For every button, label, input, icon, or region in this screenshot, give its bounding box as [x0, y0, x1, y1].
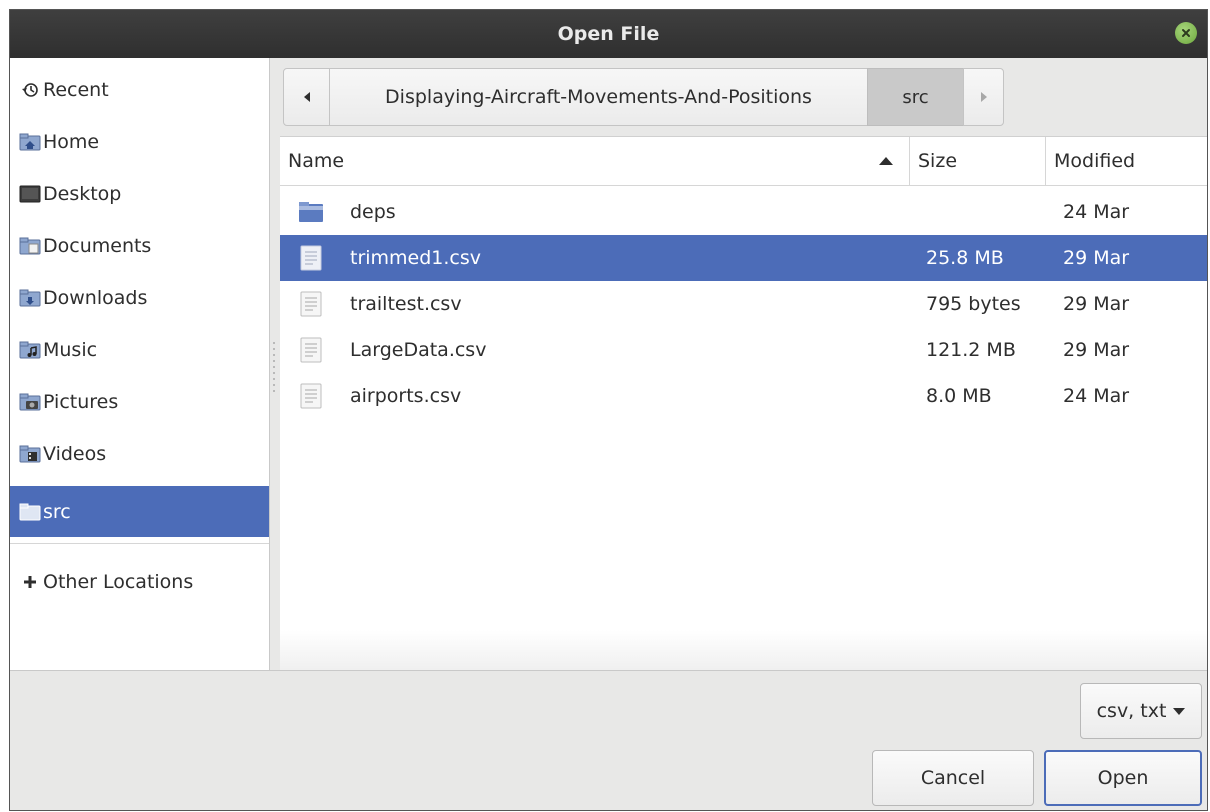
sidebar-item-label: Home [43, 130, 100, 153]
desktop-icon [19, 185, 41, 202]
window-title: Open File [557, 23, 660, 45]
sidebar-item-label: src [43, 500, 71, 523]
file-row-airports[interactable]: airports.csv 8.0 MB 24 Mar [280, 373, 1207, 419]
file-size: 25.8 MB [926, 247, 1004, 269]
text-file-icon [300, 245, 322, 271]
file-modified: 29 Mar [1063, 293, 1130, 315]
sidebar-item-src[interactable]: src [10, 486, 269, 537]
recent-icon [22, 82, 38, 97]
text-file-icon [300, 337, 322, 363]
sidebar-item-label: Videos [43, 442, 107, 465]
text-file-icon [300, 383, 322, 409]
file-type-filter[interactable]: csv, txt [1080, 683, 1202, 739]
file-modified: 24 Mar [1063, 385, 1130, 407]
open-button[interactable]: Open [1044, 750, 1202, 806]
file-modified: 29 Mar [1063, 339, 1130, 361]
file-row-trimmed1[interactable]: trimmed1.csv 25.8 MB 29 Mar [280, 235, 1207, 281]
sidebar-item-downloads[interactable]: Downloads [10, 272, 269, 323]
file-row-trailtest[interactable]: trailtest.csv 795 bytes 29 Mar [280, 281, 1207, 327]
column-header: Name Size Modified [280, 137, 1207, 186]
path-segment-project[interactable]: Displaying-Aircraft-Movements-And-Positi… [329, 68, 868, 126]
sidebar-item-recent[interactable]: Recent [10, 64, 269, 115]
sidebar-item-label: Pictures [43, 390, 119, 413]
right-arrow-icon [980, 92, 987, 102]
column-size-label: Size [918, 150, 958, 172]
places-sidebar: Recent Home Desktop Documents Downloads … [10, 58, 270, 670]
documents-folder-icon [19, 237, 41, 254]
file-name: trailtest.csv [350, 293, 462, 315]
file-size: 8.0 MB [926, 385, 992, 407]
sidebar-item-label: Recent [43, 78, 109, 101]
file-name: LargeData.csv [350, 339, 487, 361]
home-folder-icon [19, 133, 41, 150]
sidebar-item-home[interactable]: Home [10, 116, 269, 167]
column-modified-header[interactable]: Modified [1046, 137, 1207, 185]
file-size: 795 bytes [926, 293, 1021, 315]
music-folder-icon [19, 341, 41, 358]
file-name: deps [350, 201, 396, 223]
chevron-down-icon [1173, 707, 1186, 715]
left-arrow-icon [303, 92, 310, 102]
pane-resize-handle[interactable] [273, 340, 275, 396]
path-forward-button[interactable] [963, 68, 1004, 126]
sidebar-item-label: Other Locations [43, 570, 194, 593]
file-modified: 24 Mar [1063, 201, 1130, 223]
file-size: 121.2 MB [926, 339, 1016, 361]
plus-icon [24, 575, 36, 588]
folder-icon [19, 503, 41, 520]
path-bar: Displaying-Aircraft-Movements-And-Positi… [283, 68, 1004, 126]
cancel-button[interactable]: Cancel [872, 750, 1034, 806]
column-name-label: Name [288, 150, 345, 172]
column-name-header[interactable]: Name [280, 137, 910, 185]
text-file-icon [300, 291, 322, 317]
sidebar-item-label: Downloads [43, 286, 148, 309]
titlebar[interactable]: Open File [10, 10, 1207, 58]
path-back-button[interactable] [283, 68, 330, 126]
close-icon [1182, 29, 1190, 37]
list-scroll-fade [280, 630, 1207, 670]
file-list: Name Size Modified deps 24 Mar trimmed1.… [280, 136, 1207, 670]
filter-label: csv, txt [1096, 700, 1167, 722]
sidebar-divider [10, 543, 269, 544]
close-button[interactable] [1175, 22, 1197, 44]
pictures-folder-icon [19, 393, 41, 410]
file-name: airports.csv [350, 385, 462, 407]
downloads-folder-icon [19, 289, 41, 306]
sort-ascending-icon [879, 157, 893, 165]
file-name: trimmed1.csv [350, 247, 482, 269]
sidebar-item-documents[interactable]: Documents [10, 220, 269, 271]
column-modified-label: Modified [1054, 150, 1136, 172]
file-row-deps[interactable]: deps 24 Mar [280, 189, 1207, 235]
bottom-divider [10, 670, 1207, 671]
path-segment-src[interactable]: src [867, 68, 964, 126]
sidebar-item-videos[interactable]: Videos [10, 428, 269, 479]
column-size-header[interactable]: Size [910, 137, 1046, 185]
sidebar-item-label: Desktop [43, 182, 122, 205]
folder-icon [299, 202, 323, 222]
open-file-dialog: Open File Recent Home Desktop Documents … [9, 9, 1208, 811]
sidebar-item-other-locations[interactable]: Other Locations [10, 556, 269, 607]
sidebar-item-label: Music [43, 338, 98, 361]
sidebar-item-pictures[interactable]: Pictures [10, 376, 269, 427]
sidebar-item-desktop[interactable]: Desktop [10, 168, 269, 219]
sidebar-item-label: Documents [43, 234, 152, 257]
videos-folder-icon [19, 445, 41, 462]
sidebar-item-music[interactable]: Music [10, 324, 269, 375]
file-modified: 29 Mar [1063, 247, 1130, 269]
file-row-largedata[interactable]: LargeData.csv 121.2 MB 29 Mar [280, 327, 1207, 373]
